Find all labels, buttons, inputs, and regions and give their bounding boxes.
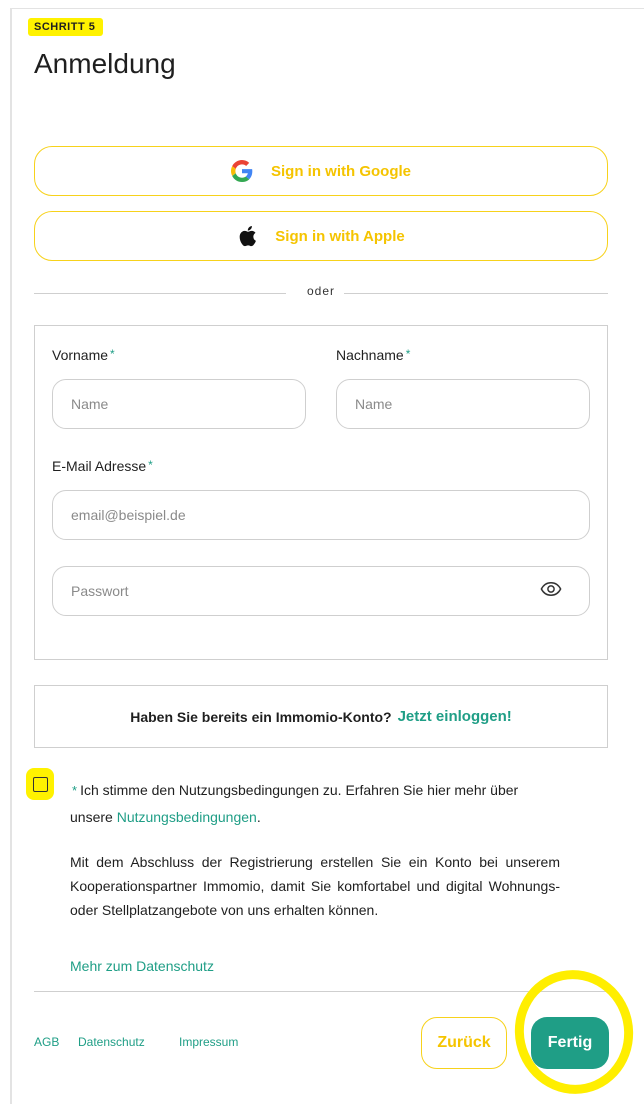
existing-account-box: Haben Sie bereits ein Immomio-Konto? Jet… bbox=[34, 685, 608, 748]
required-mark: * bbox=[405, 347, 411, 361]
apple-sign-in-button[interactable]: Sign in with Apple bbox=[34, 211, 608, 261]
terms-checkbox-highlight bbox=[26, 768, 54, 800]
google-logo-icon bbox=[231, 160, 253, 182]
terms-checkbox[interactable] bbox=[33, 777, 48, 792]
login-link[interactable]: Jetzt einloggen! bbox=[398, 708, 512, 725]
email-label-text: E-Mail Adresse bbox=[52, 458, 147, 474]
lastname-label-text: Nachname bbox=[336, 347, 404, 363]
panel-top-border bbox=[10, 8, 644, 9]
divider-text: oder bbox=[306, 284, 336, 298]
page-title: Anmeldung bbox=[34, 48, 176, 79]
google-sign-in-label: Sign in with Google bbox=[271, 162, 411, 180]
required-mark: * bbox=[110, 347, 115, 361]
apple-sign-in-label: Sign in with Apple bbox=[275, 227, 405, 245]
footer-link-impressum[interactable]: Impressum bbox=[179, 1035, 238, 1049]
email-input[interactable] bbox=[52, 490, 590, 540]
required-mark: * bbox=[72, 783, 78, 798]
lastname-label: Nachname * bbox=[336, 347, 410, 363]
finish-button[interactable]: Fertig bbox=[531, 1017, 609, 1069]
firstname-label-text: Vorname bbox=[52, 347, 109, 363]
step-label: SCHRITT 5 bbox=[28, 18, 104, 36]
footer-link-agb[interactable]: AGB bbox=[34, 1035, 59, 1049]
registration-info-text: Mit dem Abschluss der Registrierung erst… bbox=[70, 854, 560, 918]
privacy-info-link[interactable]: Mehr zum Datenschutz bbox=[70, 958, 214, 974]
lastname-input[interactable] bbox=[336, 379, 590, 429]
panel-left-border bbox=[10, 8, 12, 1104]
existing-account-text: Haben Sie bereits ein Immomio-Konto? bbox=[130, 708, 392, 725]
eye-icon[interactable] bbox=[540, 578, 562, 600]
google-sign-in-button[interactable]: Sign in with Google bbox=[34, 146, 608, 196]
registration-page: SCHRITT 5 Anmeldung Sign in with Google … bbox=[0, 0, 644, 1104]
required-mark: * bbox=[148, 458, 153, 472]
firstname-label: Vorname * bbox=[52, 347, 115, 363]
terms-suffix: . bbox=[256, 809, 261, 825]
back-button[interactable]: Zurück bbox=[421, 1017, 507, 1069]
email-label: E-Mail Adresse * bbox=[52, 458, 153, 474]
or-divider: oder bbox=[34, 284, 608, 302]
password-input[interactable] bbox=[52, 566, 590, 616]
divider-line-right bbox=[344, 293, 608, 294]
firstname-input[interactable] bbox=[52, 379, 306, 429]
footer-link-datenschutz[interactable]: Datenschutz bbox=[78, 1035, 145, 1049]
footer-divider bbox=[34, 991, 608, 992]
terms-link[interactable]: Nutzungsbedingungen bbox=[117, 809, 257, 825]
apple-logo-icon bbox=[239, 226, 257, 247]
terms-text-block: * Ich stimme den Nutzungsbedingungen zu. … bbox=[70, 777, 560, 830]
